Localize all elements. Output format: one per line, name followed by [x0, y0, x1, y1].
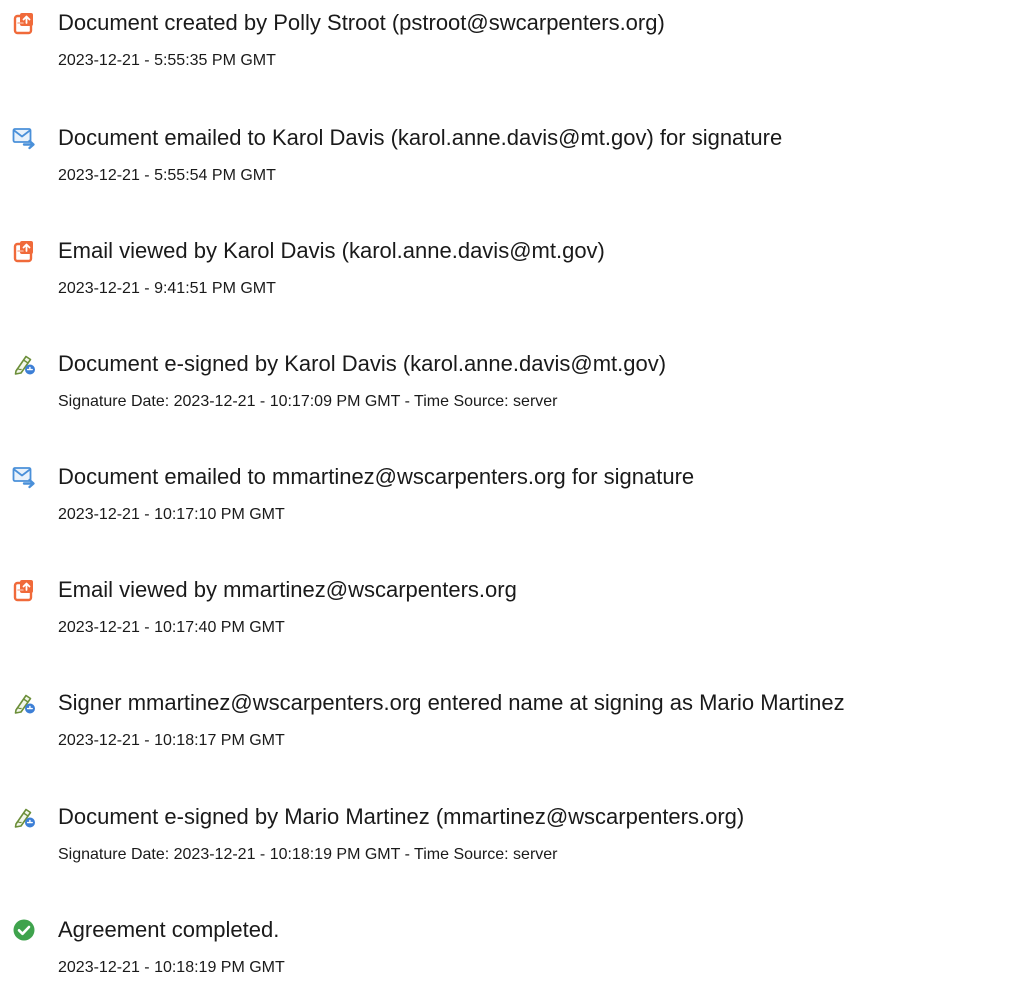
audit-event: Email viewed by Karol Davis (karol.anne.… — [0, 238, 1011, 328]
audit-event: Document e-signed by Mario Martinez (mma… — [0, 804, 1011, 894]
event-timestamp: 2023-12-21 - 5:55:35 PM GMT — [58, 52, 276, 69]
document-created-icon — [12, 11, 36, 35]
event-title: Document created by Polly Stroot (pstroo… — [58, 10, 665, 35]
event-title: Document e-signed by Karol Davis (karol.… — [58, 351, 667, 376]
event-title: Email viewed by mmartinez@wscarpenters.o… — [58, 577, 517, 602]
audit-event: Email viewed by mmartinez@wscarpenters.o… — [0, 577, 1011, 667]
audit-event: Document e-signed by Karol Davis (karol.… — [0, 351, 1011, 441]
event-title: Agreement completed. — [58, 917, 280, 942]
email-sent-icon — [12, 126, 36, 150]
event-timestamp: 2023-12-21 - 10:17:40 PM GMT — [58, 619, 285, 636]
event-title: Signer mmartinez@wscarpenters.org entere… — [58, 690, 845, 715]
check-circle-icon — [12, 918, 36, 942]
e-sign-icon — [12, 352, 36, 376]
email-sent-icon — [12, 465, 36, 489]
e-sign-icon — [12, 691, 36, 715]
signature-date: Signature Date: 2023-12-21 - 10:17:09 PM… — [58, 393, 558, 410]
audit-event: Document created by Polly Stroot (pstroo… — [0, 10, 1011, 100]
signature-date: Signature Date: 2023-12-21 - 10:18:19 PM… — [58, 846, 558, 863]
event-title: Document emailed to mmartinez@wscarpente… — [58, 464, 695, 489]
e-sign-icon — [12, 805, 36, 829]
event-timestamp: 2023-12-21 - 9:41:51 PM GMT — [58, 280, 276, 297]
document-viewed-icon — [12, 578, 36, 602]
event-title: Email viewed by Karol Davis (karol.anne.… — [58, 238, 605, 263]
event-timestamp: 2023-12-21 - 10:18:19 PM GMT — [58, 959, 285, 976]
event-timestamp: 2023-12-21 - 10:17:10 PM GMT — [58, 506, 285, 523]
event-timestamp: 2023-12-21 - 5:55:54 PM GMT — [58, 167, 276, 184]
audit-event: Document emailed to mmartinez@wscarpente… — [0, 464, 1011, 554]
event-timestamp: 2023-12-21 - 10:18:17 PM GMT — [58, 732, 285, 749]
event-title: Document e-signed by Mario Martinez (mma… — [58, 804, 745, 829]
audit-event: Document emailed to Karol Davis (karol.a… — [0, 125, 1011, 215]
document-viewed-icon — [12, 239, 36, 263]
audit-event: Signer mmartinez@wscarpenters.org entere… — [0, 690, 1011, 780]
event-title: Document emailed to Karol Davis (karol.a… — [58, 125, 783, 150]
